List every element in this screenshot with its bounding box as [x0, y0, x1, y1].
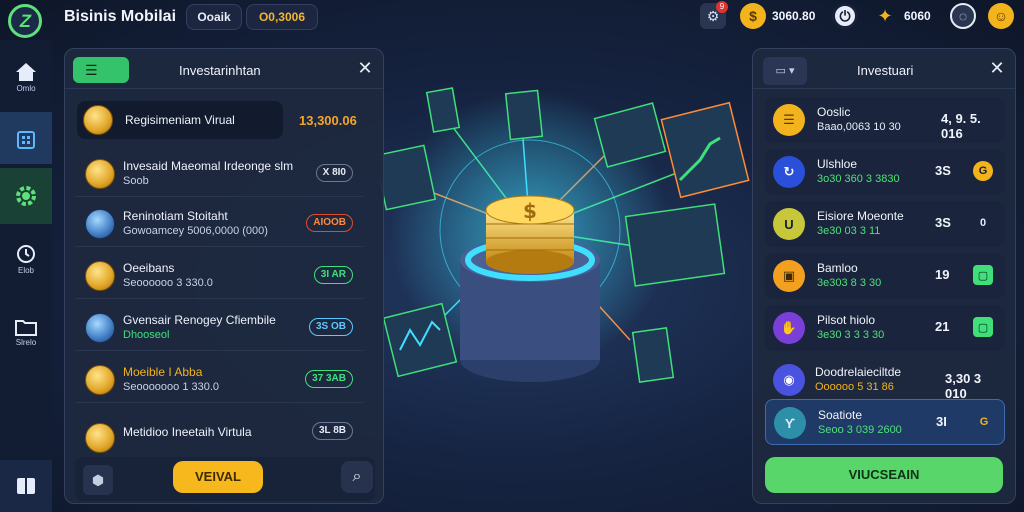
nav-item-settings[interactable] [0, 168, 52, 224]
coin-icon [85, 423, 115, 453]
nav-item-home[interactable]: Omlo [0, 62, 52, 93]
balance-pill[interactable]: O0,3006 [246, 4, 318, 30]
book-icon [17, 478, 35, 494]
list-tab[interactable]: ☰ [73, 57, 129, 83]
primary-cta-button[interactable]: VEIVAL [173, 461, 263, 493]
list-item-selected[interactable]: ϒ Soatiote Seoo 3 039 2600 3I G [765, 399, 1005, 445]
panel-title: Investarinhtan [179, 63, 261, 78]
investment-panel-left: ☰ Investarinhtan ✕ Regisimeniam Virual 1… [64, 48, 384, 504]
logo-z-icon: Z [17, 10, 33, 31]
status-badge: 0 [979, 217, 987, 229]
profile-icon[interactable]: ☺ [988, 3, 1014, 29]
refresh-icon: ↻ [773, 156, 805, 188]
gem-icon: ✦ [877, 5, 893, 26]
gear-icon [16, 186, 36, 206]
globe-icon: ◉ [773, 364, 805, 396]
panel-footer: ⬢ VEIVAL ⌕ [75, 457, 375, 501]
featured-row[interactable]: Regisimeniam Virual [77, 101, 283, 139]
coin-balance: 3060.80 [772, 9, 816, 23]
status-badge: X 8I0 [315, 164, 353, 182]
left-nav: Omlo Elob Slrelo [0, 40, 52, 512]
menu-icon: ☰ [85, 62, 98, 78]
list-item[interactable]: U Eisiore Moeonte 3e30 03 3 11 3S 0 [765, 201, 1005, 247]
notification-badge: 9 [716, 1, 728, 13]
list-item[interactable]: Moeible I Abba Seooooooo 1 330.0 37 3AB [75, 355, 363, 403]
status-badge: AIOOB [306, 214, 353, 232]
shield-icon[interactable]: ⬢ [83, 465, 113, 495]
clock-icon [17, 245, 35, 263]
nav-item-dashboard[interactable] [0, 112, 52, 164]
coin-icon: $ [740, 3, 766, 29]
leaf-icon: ϒ [774, 407, 806, 439]
search-icon[interactable]: ⌕ [341, 461, 373, 493]
list-item[interactable]: ✋ Pilsot hiolo 3e30 3 3 3 30 21 ▢ [765, 305, 1005, 351]
status-badge: ▢ [973, 265, 993, 285]
list-item[interactable]: Reninotiam Stoitaht Gowoamcey 5006,0000 … [75, 199, 363, 247]
gem-balance: 6060 [904, 9, 931, 23]
status-badge: G [979, 416, 989, 428]
list-item[interactable]: ◉ Doodrelaieciltde Oooooo 5 31 86 3,30 3… [765, 357, 1005, 403]
chart-icon: U [773, 208, 805, 240]
list-item[interactable]: Gvensair Renogey Cfiembile Dhooseol 3S O… [75, 303, 363, 351]
panel-header: ☰ Investarinhtan ✕ [65, 49, 383, 89]
app-title: Bisinis Mobilai [64, 8, 177, 25]
building-icon [17, 131, 35, 149]
search-icon[interactable]: ◌ [950, 3, 976, 29]
list-item[interactable]: Invesaid Maeomal Irdeonge slm Soob X 8I0 [75, 149, 363, 197]
globe-icon [85, 313, 115, 343]
globe-icon [85, 209, 115, 239]
list-item[interactable]: ☰ Ooslic Baao,0063 10 30 4, 9. 5. 016 [765, 97, 1005, 143]
nav-item-clock[interactable]: Elob [0, 244, 52, 275]
coin-icon [83, 105, 113, 135]
primary-cta-button[interactable]: VIUCSEAIN [765, 457, 1003, 493]
bank-icon: ▣ [773, 260, 805, 292]
coin-hub-illustration: $ [380, 87, 750, 383]
status-badge: 3L 8B [311, 422, 353, 440]
close-icon[interactable]: ✕ [987, 59, 1007, 79]
coin-icon [85, 261, 115, 291]
top-bar: Z Bisinis Mobilai Ooaik O0,3006 ⚙ 9 $ 30… [0, 0, 1024, 40]
list-item[interactable]: ↻ Ulshloe 3o30 360 3 3830 3S G [765, 149, 1005, 195]
folder-icon [15, 320, 37, 336]
list-item[interactable]: ▣ Bamloo 3e303 8 3 30 19 ▢ [765, 253, 1005, 299]
handshake-icon: ✋ [773, 312, 805, 344]
wallet-dropdown[interactable]: ▭ ▾ [763, 57, 807, 85]
nav-item-book[interactable] [0, 460, 52, 512]
featured-name: Regisimeniam Virual [125, 113, 235, 127]
list-item[interactable]: Metidioo Ineetaih Virtula 3L 8B [75, 407, 363, 455]
close-icon[interactable]: ✕ [355, 59, 375, 79]
svg-text:$: $ [523, 199, 537, 223]
status-badge: ▢ [973, 317, 993, 337]
featured-value: 13,300.06 [299, 113, 357, 128]
home-icon [16, 63, 36, 81]
app-logo[interactable]: Z [8, 4, 42, 38]
list-item[interactable]: Oeeibans Seoooooo 3 330.0 3I AR [75, 251, 363, 299]
coin-stack-icon: $ [485, 195, 575, 274]
coin-icon: ☰ [773, 104, 805, 136]
status-badge: G [973, 161, 993, 181]
status-badge: 3I AR [313, 266, 353, 284]
status-badge: 37 3AB [305, 370, 353, 388]
mode-pill[interactable]: Ooaik [186, 4, 242, 30]
status-badge: 3S OB [308, 318, 353, 336]
nav-item-folder[interactable]: Slrelo [0, 318, 52, 347]
coin-icon [85, 365, 115, 395]
panel-title: Investuari [857, 63, 914, 78]
power-icon[interactable]: ⏻ [832, 3, 858, 29]
investment-panel-right: ▭ ▾ Investuari ✕ ☰ Ooslic Baao,0063 10 3… [752, 48, 1016, 504]
coin-icon [85, 159, 115, 189]
panel-header: ▭ ▾ Investuari ✕ [753, 49, 1015, 89]
